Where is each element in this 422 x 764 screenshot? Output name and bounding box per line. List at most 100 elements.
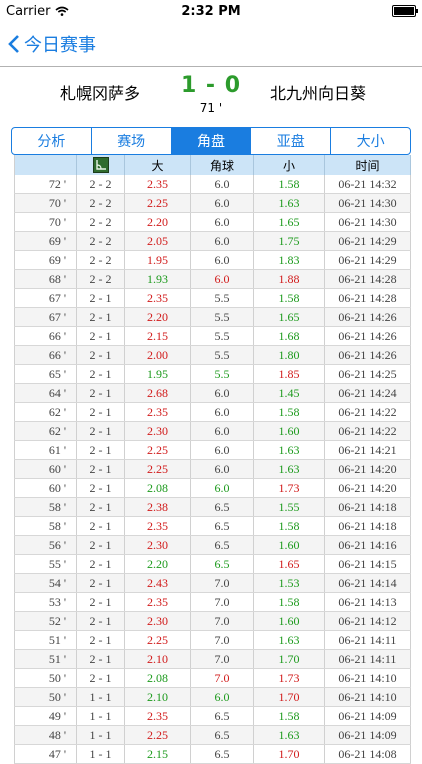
header-corners: 角球 — [190, 155, 254, 175]
row-under-odds: 1.63 — [253, 440, 325, 460]
row-corner-line: 6.0 — [190, 459, 254, 479]
tab-over-under[interactable]: 大小 — [331, 128, 410, 154]
row-score: 2 - 1 — [76, 554, 125, 574]
row-minute: 70 ' — [14, 193, 77, 213]
navigation-bar: 今日赛事 — [0, 22, 422, 67]
tab-corner-odds[interactable]: 角盘 — [171, 128, 252, 154]
row-corner-line: 7.0 — [190, 573, 254, 593]
tab-analysis[interactable]: 分析 — [12, 128, 92, 154]
row-corner-line: 6.0 — [190, 193, 254, 213]
header-time: 时间 — [324, 155, 411, 175]
row-under-odds: 1.80 — [253, 345, 325, 365]
row-time: 06-21 14:16 — [324, 535, 411, 555]
table-row: 58 ' 2 - 1 2.35 6.5 1.58 06-21 14:18 — [14, 516, 411, 536]
row-under-odds: 1.45 — [253, 383, 325, 403]
row-score: 2 - 2 — [76, 175, 125, 194]
table-row: 69 ' 2 - 2 2.05 6.0 1.75 06-21 14:29 — [14, 231, 411, 251]
row-under-odds: 1.58 — [253, 175, 325, 194]
row-time: 06-21 14:08 — [324, 744, 411, 764]
row-score: 2 - 2 — [76, 212, 125, 232]
tab-venue[interactable]: 赛场 — [92, 128, 172, 154]
row-over-odds: 2.00 — [124, 345, 191, 365]
corner-odds-table: 大 角球 小 时间 72 ' 2 - 2 2.35 6.0 1.58 06-21 14:3… — [14, 155, 411, 764]
row-score: 2 - 1 — [76, 497, 125, 517]
row-under-odds: 1.53 — [253, 573, 325, 593]
table-row: 64 ' 2 - 1 2.68 6.0 1.45 06-21 14:24 — [14, 383, 411, 403]
row-under-odds: 1.68 — [253, 326, 325, 346]
table-row: 67 ' 2 - 1 2.35 5.5 1.58 06-21 14:28 — [14, 288, 411, 308]
row-time: 06-21 14:18 — [324, 516, 411, 536]
row-under-odds: 1.73 — [253, 668, 325, 688]
row-time: 06-21 14:26 — [324, 307, 411, 327]
row-corner-line: 6.5 — [190, 497, 254, 517]
table-row: 66 ' 2 - 1 2.00 5.5 1.80 06-21 14:26 — [14, 345, 411, 365]
row-minute: 49 ' — [14, 706, 77, 726]
row-corner-line: 5.5 — [190, 345, 254, 365]
header-under: 小 — [253, 155, 325, 175]
row-corner-line: 6.0 — [190, 250, 254, 270]
row-minute: 65 ' — [14, 364, 77, 384]
row-over-odds: 2.20 — [124, 307, 191, 327]
back-button[interactable]: 今日赛事 — [0, 31, 96, 57]
row-over-odds: 2.25 — [124, 193, 191, 213]
row-minute: 67 ' — [14, 307, 77, 327]
segmented-tabs: 分析 赛场 角盘 亚盘 大小 — [11, 127, 411, 155]
table-row: 72 ' 2 - 2 2.35 6.0 1.58 06-21 14:32 — [14, 175, 411, 194]
table-row: 66 ' 2 - 1 2.15 5.5 1.68 06-21 14:26 — [14, 326, 411, 346]
away-team: 北九州向日葵 — [269, 84, 366, 103]
row-corner-line: 5.5 — [190, 364, 254, 384]
row-under-odds: 1.60 — [253, 421, 325, 441]
tab-asian-handicap[interactable]: 亚盘 — [251, 128, 332, 154]
row-under-odds: 1.75 — [253, 231, 325, 251]
row-under-odds: 1.55 — [253, 497, 325, 517]
table-row: 53 ' 2 - 1 2.35 7.0 1.58 06-21 14:13 — [14, 592, 411, 612]
row-under-odds: 1.63 — [253, 459, 325, 479]
row-score: 2 - 1 — [76, 630, 125, 650]
row-corner-line: 6.5 — [190, 744, 254, 764]
row-under-odds: 1.88 — [253, 269, 325, 289]
row-corner-line: 6.0 — [190, 175, 254, 194]
row-score: 2 - 1 — [76, 611, 125, 631]
row-score: 2 - 2 — [76, 193, 125, 213]
row-time: 06-21 14:10 — [324, 687, 411, 707]
table-row: 49 ' 1 - 1 2.35 6.5 1.58 06-21 14:09 — [14, 706, 411, 726]
row-under-odds: 1.70 — [253, 649, 325, 669]
row-time: 06-21 14:24 — [324, 383, 411, 403]
row-score: 2 - 1 — [76, 383, 125, 403]
row-time: 06-21 14:12 — [324, 611, 411, 631]
row-under-odds: 1.83 — [253, 250, 325, 270]
table-row: 47 ' 1 - 1 2.15 6.5 1.70 06-21 14:08 — [14, 744, 411, 764]
row-minute: 66 ' — [14, 345, 77, 365]
row-minute: 54 ' — [14, 573, 77, 593]
row-time: 06-21 14:26 — [324, 326, 411, 346]
row-under-odds: 1.63 — [253, 725, 325, 745]
header-corner — [76, 155, 125, 175]
header-over: 大 — [124, 155, 191, 175]
row-corner-line: 6.0 — [190, 687, 254, 707]
row-over-odds: 2.43 — [124, 573, 191, 593]
row-minute: 52 ' — [14, 611, 77, 631]
row-score: 2 - 2 — [76, 269, 125, 289]
table-row: 67 ' 2 - 1 2.20 5.5 1.65 06-21 14:26 — [14, 307, 411, 327]
row-corner-line: 6.0 — [190, 269, 254, 289]
row-score: 1 - 1 — [76, 687, 125, 707]
row-minute: 58 ' — [14, 516, 77, 536]
row-time: 06-21 14:32 — [324, 175, 411, 194]
row-under-odds: 1.58 — [253, 402, 325, 422]
table-row: 48 ' 1 - 1 2.25 6.5 1.63 06-21 14:09 — [14, 725, 411, 745]
row-time: 06-21 14:21 — [324, 440, 411, 460]
row-score: 2 - 1 — [76, 440, 125, 460]
row-score: 2 - 1 — [76, 288, 125, 308]
row-over-odds: 2.10 — [124, 649, 191, 669]
row-score: 2 - 1 — [76, 668, 125, 688]
row-minute: 48 ' — [14, 725, 77, 745]
row-over-odds: 2.35 — [124, 402, 191, 422]
table-row: 56 ' 2 - 1 2.30 6.5 1.60 06-21 14:16 — [14, 535, 411, 555]
row-score: 2 - 1 — [76, 307, 125, 327]
table-row: 61 ' 2 - 1 2.25 6.0 1.63 06-21 14:21 — [14, 440, 411, 460]
row-corner-line: 7.0 — [190, 611, 254, 631]
table-row: 50 ' 2 - 1 2.08 7.0 1.73 06-21 14:10 — [14, 668, 411, 688]
row-corner-line: 6.5 — [190, 706, 254, 726]
row-minute: 66 ' — [14, 326, 77, 346]
row-score: 2 - 1 — [76, 516, 125, 536]
